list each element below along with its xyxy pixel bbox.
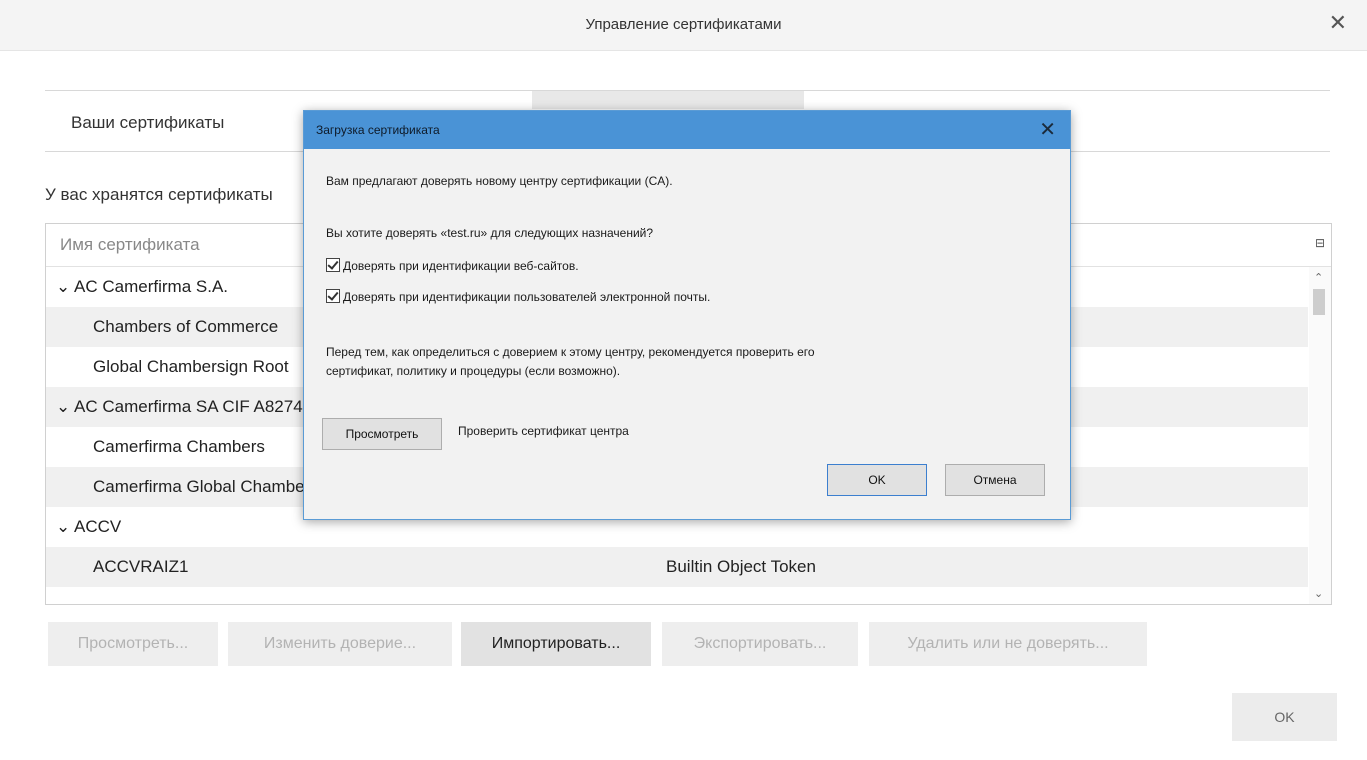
dialog-ok-button[interactable]: OK [827, 464, 927, 496]
window-titlebar: Управление сертификатами ✕ [0, 0, 1367, 51]
tree-row-name: Chambers of Commerce [93, 317, 279, 336]
tree-row-token: Builtin Object Token [666, 557, 816, 576]
tree-row-name: ⌄ AC Camerfirma S.A. [56, 277, 229, 296]
trust-email-label: Доверять при идентификации пользователей… [343, 290, 711, 304]
dialog-advice-line2: сертификат, политику и процедуры (если в… [326, 364, 621, 378]
tree-row-name: ACCVRAIZ1 [93, 557, 189, 576]
dialog-view-button[interactable]: Просмотреть [322, 418, 442, 450]
delete-distrust-button[interactable]: Удалить или не доверять... [869, 622, 1147, 666]
import-button[interactable]: Импортировать... [461, 622, 651, 666]
tree-row[interactable]: ACCVRAIZ1 Builtin Object Token [46, 547, 1308, 587]
dialog-close-icon[interactable]: ✕ [1039, 117, 1056, 142]
trust-email-checkbox[interactable] [326, 289, 340, 303]
view-button[interactable]: Просмотреть... [48, 622, 218, 666]
column-picker-icon[interactable]: ⊟ [1315, 236, 1325, 250]
window-title: Управление сертификатами [585, 16, 782, 33]
scroll-down-icon[interactable]: ⌄ [1314, 587, 1323, 600]
tab-authorities-selected[interactable] [532, 91, 804, 109]
window-close-icon[interactable]: ✕ [1329, 10, 1347, 36]
edit-trust-button[interactable]: Изменить доверие... [228, 622, 452, 666]
trust-websites-checkbox[interactable] [326, 258, 340, 272]
column-certificate-name[interactable]: Имя сертификата [60, 235, 200, 255]
dialog-cancel-button[interactable]: Отмена [945, 464, 1045, 496]
trust-email-option[interactable]: Доверять при идентификации пользователей… [326, 289, 710, 304]
dialog-view-label: Проверить сертификат центра [458, 424, 629, 438]
tree-row-name: Global Chambersign Root [93, 357, 289, 376]
main-ok-button[interactable]: OK [1232, 693, 1337, 741]
dialog-question-text: Вы хотите доверять «test.ru» для следующ… [326, 226, 654, 240]
tree-row-name: Camerfirma Chambers [93, 437, 265, 456]
tree-row-name: ⌄ AC Camerfirma SA CIF A82743287 [56, 397, 341, 416]
export-button[interactable]: Экспортировать... [662, 622, 858, 666]
tree-row-name: ⌄ ACCV [56, 517, 122, 536]
trust-websites-option[interactable]: Доверять при идентификации веб-сайтов. [326, 258, 579, 273]
dialog-advice-line1: Перед тем, как определиться с доверием к… [326, 345, 815, 359]
dialog-titlebar: Загрузка сертификата ✕ [304, 111, 1070, 149]
download-certificate-dialog: Загрузка сертификата ✕ Вам предлагают до… [303, 110, 1071, 520]
tab-your-certificates[interactable]: Ваши сертификаты [71, 113, 224, 133]
scroll-up-icon[interactable]: ⌃ [1314, 271, 1323, 284]
stored-certificates-text: У вас хранятся сертификаты [45, 185, 273, 204]
scroll-thumb[interactable] [1313, 289, 1325, 315]
dialog-intro-text: Вам предлагают доверять новому центру се… [326, 174, 673, 188]
tree-scrollbar[interactable]: ⌃ ⌄ [1309, 267, 1331, 604]
dialog-title: Загрузка сертификата [316, 123, 440, 137]
trust-websites-label: Доверять при идентификации веб-сайтов. [343, 259, 579, 273]
